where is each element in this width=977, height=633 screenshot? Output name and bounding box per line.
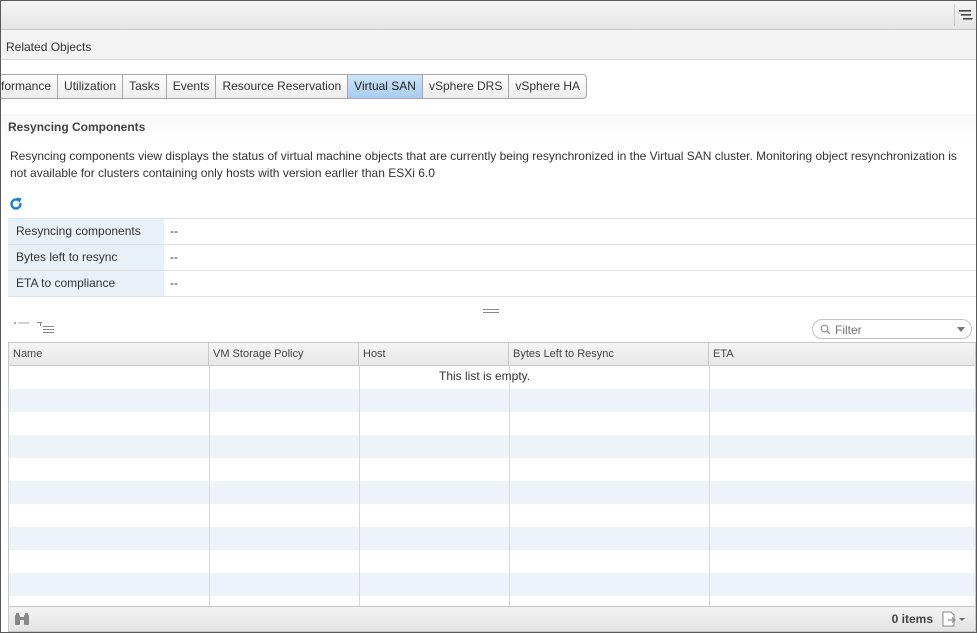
column-header-eta[interactable]: ETA bbox=[709, 343, 975, 365]
tab-vsphere-ha[interactable]: vSphere HA bbox=[509, 75, 586, 98]
section-title: Resyncing Components bbox=[8, 120, 146, 134]
property-label: Bytes left to resync bbox=[8, 245, 164, 270]
tab-events[interactable]: Events bbox=[167, 75, 217, 98]
column-header-bytes-left[interactable]: Bytes Left to Resync bbox=[509, 343, 709, 365]
grid-header: Name VM Storage Policy Host Bytes Left t… bbox=[9, 343, 975, 366]
property-label: ETA to compliance bbox=[8, 271, 164, 296]
property-value: -- bbox=[170, 250, 178, 264]
grid-footer: 0 items bbox=[8, 607, 976, 632]
property-label: Resyncing components bbox=[8, 219, 164, 244]
tab-tasks[interactable]: Tasks bbox=[123, 75, 167, 98]
menu-lines-icon bbox=[958, 10, 973, 20]
monitor-tabs-area: formance Utilization Tasks Events Resour… bbox=[1, 60, 976, 116]
refresh-icon[interactable] bbox=[8, 196, 24, 212]
column-divider bbox=[359, 366, 360, 606]
filter-input[interactable] bbox=[835, 322, 945, 337]
column-header-vm-storage-policy[interactable]: VM Storage Policy bbox=[209, 343, 359, 365]
app-frame: Related Objects formance Utilization Tas… bbox=[0, 0, 977, 633]
top-toolbar bbox=[1, 1, 976, 30]
column-divider bbox=[709, 366, 710, 606]
column-header-host[interactable]: Host bbox=[359, 343, 509, 365]
section-description: Resyncing components view displays the s… bbox=[10, 149, 957, 180]
table-row bbox=[9, 389, 975, 412]
table-row bbox=[9, 435, 975, 458]
property-row: ETA to compliance -- bbox=[8, 271, 976, 297]
table-row bbox=[9, 550, 975, 573]
table-row bbox=[9, 481, 975, 504]
tab-performance[interactable]: formance bbox=[1, 75, 59, 98]
related-objects-bar: Related Objects bbox=[1, 30, 976, 60]
export-icon[interactable] bbox=[941, 611, 967, 627]
empty-list-message: This list is empty. bbox=[439, 369, 531, 383]
property-row: Resyncing components -- bbox=[8, 219, 976, 245]
monitor-tab-strip: formance Utilization Tasks Events Resour… bbox=[1, 74, 588, 99]
tab-resource-reservation[interactable]: Resource Reservation bbox=[216, 75, 349, 98]
tab-utilization[interactable]: Utilization bbox=[58, 75, 124, 98]
table-row bbox=[9, 596, 975, 606]
column-header-name[interactable]: Name bbox=[9, 343, 209, 365]
tab-virtual-san[interactable]: Virtual SAN bbox=[348, 75, 423, 98]
filter-input-box[interactable] bbox=[812, 319, 972, 339]
resync-components-grid: Name VM Storage Policy Host Bytes Left t… bbox=[8, 342, 976, 607]
column-divider bbox=[209, 366, 210, 606]
table-row bbox=[9, 527, 975, 550]
item-count: 0 items bbox=[891, 612, 933, 626]
grid-body: This list is empty. bbox=[9, 366, 975, 606]
table-row bbox=[9, 573, 975, 596]
tab-vsphere-drs[interactable]: vSphere DRS bbox=[423, 75, 510, 98]
table-row bbox=[9, 458, 975, 481]
grid-toolbar bbox=[8, 317, 976, 341]
table-row bbox=[9, 412, 975, 435]
search-icon bbox=[820, 324, 831, 335]
expand-rows-icon[interactable] bbox=[14, 321, 30, 331]
property-row: Bytes left to resync -- bbox=[8, 245, 976, 271]
resync-summary: Resyncing components -- Bytes left to re… bbox=[8, 218, 976, 297]
chevron-down-icon[interactable] bbox=[957, 327, 965, 332]
section-header: Resyncing Components bbox=[1, 114, 976, 140]
column-divider bbox=[509, 366, 510, 606]
property-value: -- bbox=[170, 224, 178, 238]
splitter-grip-icon[interactable] bbox=[483, 308, 499, 314]
binoculars-icon[interactable] bbox=[14, 613, 30, 626]
property-value: -- bbox=[170, 276, 178, 290]
table-row bbox=[9, 504, 975, 527]
panel-menu-button[interactable] bbox=[954, 4, 976, 26]
collapse-rows-icon[interactable] bbox=[37, 321, 55, 335]
related-objects-tab[interactable]: Related Objects bbox=[6, 40, 91, 54]
